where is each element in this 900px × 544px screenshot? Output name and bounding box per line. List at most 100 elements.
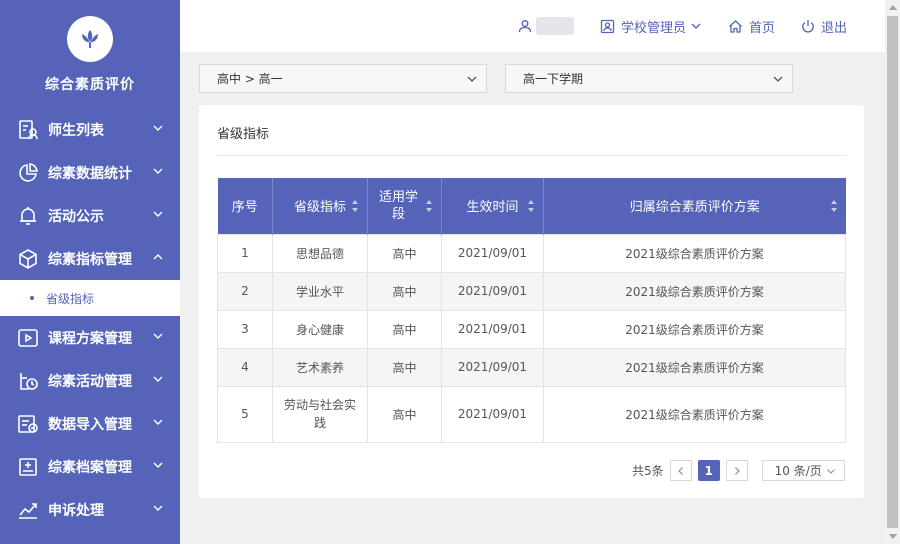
import-icon [16,412,40,436]
role-switcher[interactable]: 学校管理员 [600,17,702,36]
lotus-logo-icon [67,16,113,62]
cell-stage: 高中 [367,309,442,349]
chevron-left-icon [677,466,683,475]
user-info[interactable] [518,17,574,35]
column-header-effective-date[interactable]: 生效时间 [441,178,544,234]
chevron-down-icon [153,419,163,425]
column-header-indicator[interactable]: 省级指标 [272,178,368,234]
cell-plan: 2021级综合素质评价方案 [543,233,846,273]
chevron-down-icon [153,462,163,468]
cell-index: 2 [217,271,273,311]
logo-area: 综合素质评价 [0,0,180,108]
sidebar-item-appeal-handling[interactable]: 申诉处理 [0,488,180,531]
cell-effective-date: 2021/09/01 [441,309,544,349]
page-size-value: 10 条/页 [774,464,822,478]
page-size-select[interactable]: 10 条/页 [761,460,845,481]
sidebar-item-label: 师生列表 [48,122,104,139]
cube-icon [16,247,40,271]
cell-index: 1 [217,233,273,273]
sidebar-item-teacher-student-list[interactable]: 师生列表 [0,108,180,151]
logout-link[interactable]: 退出 [801,17,847,36]
column-header-plan[interactable]: 归属综合素质评价方案 [543,178,846,234]
sort-icon[interactable] [527,199,535,213]
page-scrollbar[interactable] [885,0,900,544]
sort-icon[interactable] [351,199,359,213]
semester-select-value: 高一下学期 [523,72,584,86]
sidebar: 综合素质评价 师生列表 综素数据统计 活动公示 综素指标管理 省级指标 课程方案… [0,0,180,544]
activity-icon [16,369,40,393]
chevron-down-icon [153,168,163,174]
sidebar-item-activity-management[interactable]: 综素活动管理 [0,359,180,402]
chevron-down-icon [153,333,163,339]
table-header-row: 序号 省级指标 适用学段 生效时间 归属综合素质评价方案 [217,178,846,234]
scroll-up-arrow-icon[interactable] [889,5,897,10]
sort-icon[interactable] [830,199,838,213]
cell-stage: 高中 [367,385,442,443]
sidebar-subitem-label: 省级指标 [46,291,95,306]
chevron-down-icon [153,376,163,382]
archive-icon [16,455,40,479]
sidebar-item-indicator-management[interactable]: 综素指标管理 [0,237,180,280]
column-header-stage[interactable]: 适用学段 [367,178,442,234]
sidebar-item-label: 活动公示 [48,208,104,225]
grade-select[interactable]: 高中 > 高一 [199,64,487,93]
play-icon [16,326,40,350]
sidebar-item-label: 申诉处理 [48,502,104,519]
prev-page-button[interactable] [669,460,692,481]
chevron-down-icon [691,23,701,29]
chevron-down-icon [773,76,783,82]
next-page-button[interactable] [725,460,748,481]
table-row: 3 身心健康 高中 2021/09/01 2021级综合素质评价方案 [217,309,846,349]
sidebar-item-label: 综素数据统计 [48,165,132,182]
chevron-down-icon [826,469,835,474]
user-name-redacted [535,17,574,35]
table-row: 4 艺术素养 高中 2021/09/01 2021级综合素质评价方案 [217,347,846,387]
user-icon [518,20,532,33]
scroll-thumb[interactable] [887,16,898,528]
sidebar-item-label: 数据导入管理 [48,416,132,433]
teacher-student-icon [16,118,40,142]
column-header-index[interactable]: 序号 [217,178,273,234]
sidebar-item-label: 综素指标管理 [48,251,132,268]
pagination-total: 共5条 [632,464,664,478]
cell-index: 4 [217,347,273,387]
card-divider [217,155,846,156]
home-label: 首页 [748,20,775,36]
cell-indicator: 劳动与社会实践 [272,385,368,443]
sort-icon[interactable] [425,199,433,213]
pagination: 共5条 1 10 条/页 [632,460,845,481]
sidebar-item-data-import[interactable]: 数据导入管理 [0,402,180,445]
scroll-down-arrow-icon[interactable] [889,534,897,539]
page-number-current[interactable]: 1 [697,460,720,481]
sidebar-item-activity-notice[interactable]: 活动公示 [0,194,180,237]
sidebar-item-data-statistics[interactable]: 综素数据统计 [0,151,180,194]
cell-plan: 2021级综合素质评价方案 [543,271,846,311]
cell-stage: 高中 [367,233,442,273]
chevron-down-icon [153,211,163,217]
sidebar-item-course-plan[interactable]: 课程方案管理 [0,316,180,359]
sidebar-item-label: 综素档案管理 [48,459,132,476]
chevron-down-icon [467,76,477,82]
cell-plan: 2021级综合素质评价方案 [543,309,846,349]
chevron-down-icon [153,125,163,131]
role-label: 学校管理员 [620,20,686,36]
chevron-right-icon [734,466,740,475]
sidebar-subitem-provincial-indicators[interactable]: 省级指标 [0,280,180,316]
home-link[interactable]: 首页 [728,17,775,36]
chevron-up-icon [153,254,163,260]
cell-index: 5 [217,385,273,443]
grade-select-value: 高中 > 高一 [217,72,283,86]
cell-indicator: 身心健康 [272,309,368,349]
cell-indicator: 思想品德 [272,233,368,273]
top-header: 学校管理员 首页 退出 [180,0,885,52]
bell-icon [16,204,40,228]
bullet-dot-icon [30,296,34,300]
sidebar-item-archive-management[interactable]: 综素档案管理 [0,445,180,488]
cell-effective-date: 2021/09/01 [441,233,544,273]
cell-indicator: 学业水平 [272,271,368,311]
pie-chart-icon [16,161,40,185]
cell-index: 3 [217,309,273,349]
semester-select[interactable]: 高一下学期 [505,64,793,93]
cell-effective-date: 2021/09/01 [441,347,544,387]
chevron-down-icon [153,505,163,511]
